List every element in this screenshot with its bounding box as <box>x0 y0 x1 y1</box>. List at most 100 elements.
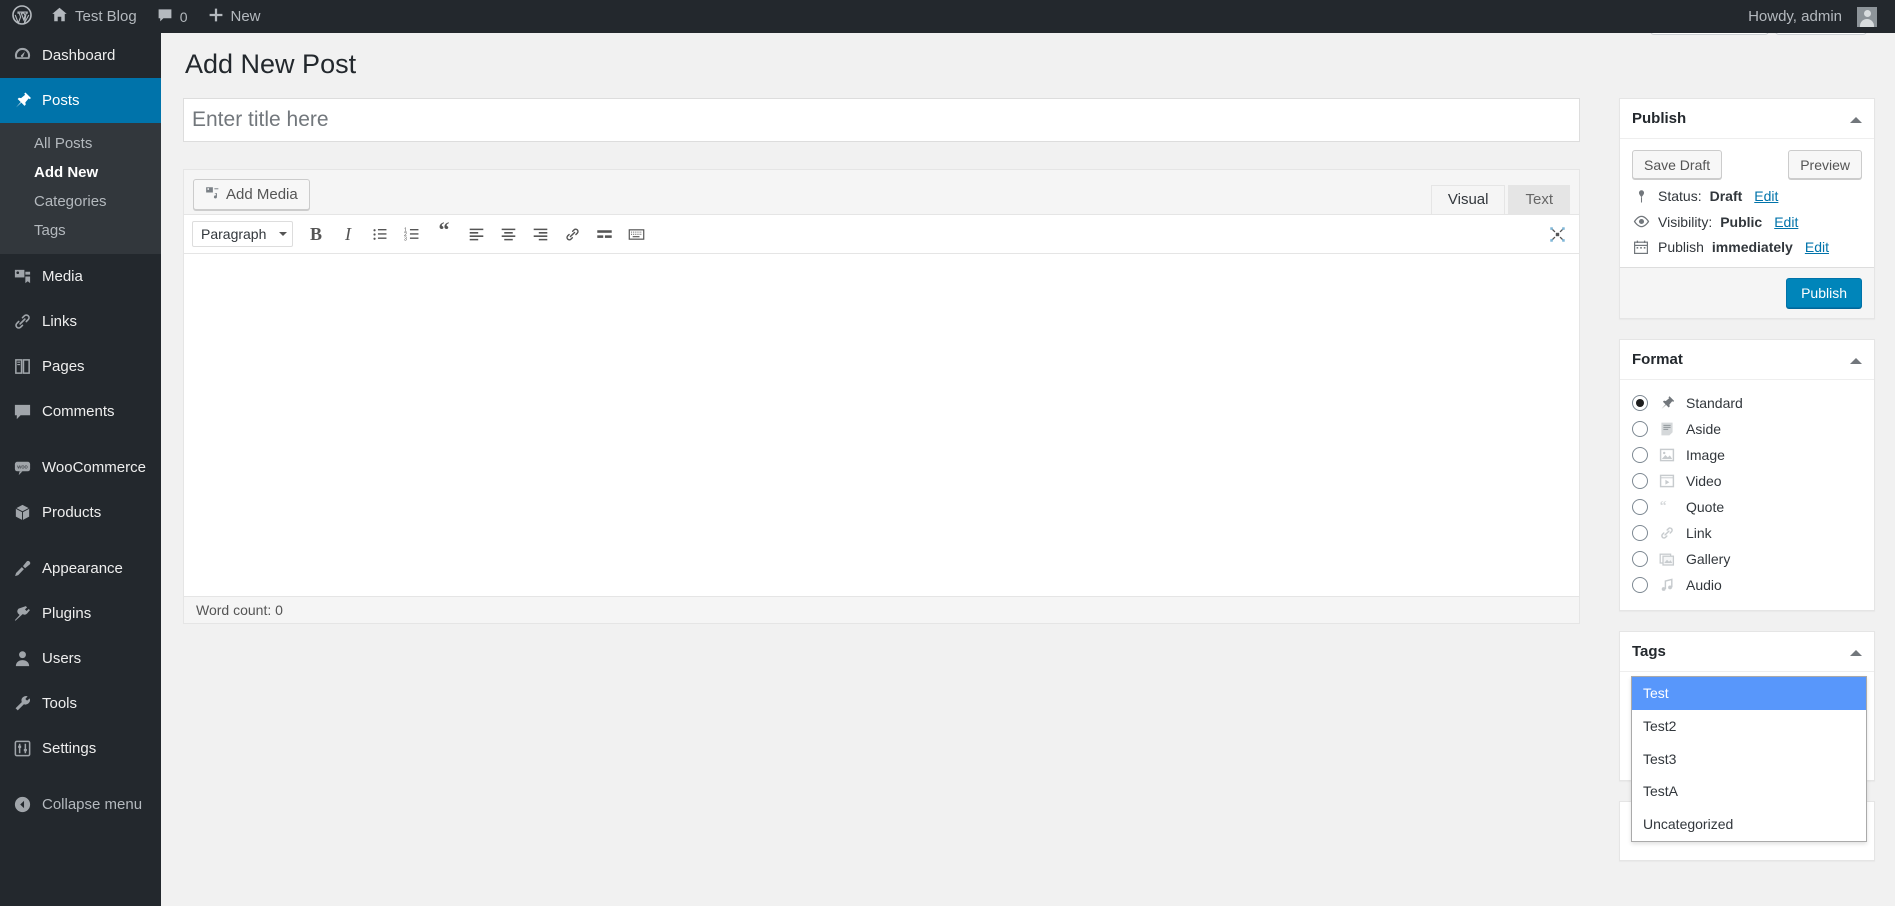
format-option-link[interactable]: Link <box>1632 520 1862 546</box>
publish-schedule-row: Publish immediately Edit <box>1620 230 1874 255</box>
pin-icon <box>1657 395 1677 411</box>
tag-suggestion-item[interactable]: Test2 <box>1632 710 1866 743</box>
tab-text[interactable]: Text <box>1508 185 1570 215</box>
sidebar-item-label: Media <box>42 268 83 285</box>
blockquote-button[interactable]: “ <box>428 219 460 248</box>
align-right-button[interactable] <box>524 220 556 248</box>
sidebar-item-dashboard[interactable]: Dashboard <box>0 33 161 78</box>
sidebar-item-pages[interactable]: Pages <box>0 344 161 389</box>
sidebar-item-label: Settings <box>42 740 97 757</box>
paragraph-format-select[interactable]: Paragraph <box>192 221 293 247</box>
insert-link-button[interactable] <box>556 220 588 248</box>
sidebar-item-woocommerce[interactable]: woo WooCommerce <box>0 445 161 490</box>
publish-schedule-label: Publish <box>1658 239 1704 255</box>
sidebar-item-links[interactable]: Links <box>0 299 161 344</box>
save-draft-button[interactable]: Save Draft <box>1632 150 1723 179</box>
radio-gallery[interactable] <box>1632 551 1648 567</box>
format-option-gallery[interactable]: Gallery <box>1632 546 1862 572</box>
radio-audio[interactable] <box>1632 577 1648 593</box>
format-option-image[interactable]: Image <box>1632 442 1862 468</box>
add-media-icon <box>205 185 220 204</box>
bulleted-list-button[interactable] <box>364 220 396 248</box>
align-center-button[interactable] <box>492 220 524 248</box>
edit-visibility-link[interactable]: Edit <box>1774 214 1798 230</box>
main-content-area: Add New Post Add Media Visual Text <box>161 33 1895 906</box>
format-option-video[interactable]: Video <box>1632 468 1862 494</box>
format-option-aside[interactable]: Aside <box>1632 416 1862 442</box>
comment-bubble-icon <box>157 7 173 27</box>
status-value: Draft <box>1709 188 1743 204</box>
format-option-standard[interactable]: Standard <box>1632 390 1862 416</box>
sidebar-item-products[interactable]: Products <box>0 490 161 535</box>
tag-suggestion-item[interactable]: Uncategorized <box>1632 808 1866 841</box>
numbered-list-button[interactable]: 123 <box>396 220 428 248</box>
format-box-title: Format <box>1632 351 1683 368</box>
comments-count: 0 <box>179 8 188 25</box>
post-status-info: Word count: 0 <box>184 596 1579 623</box>
sidebar-item-comments[interactable]: Comments <box>0 389 161 434</box>
tags-box-header[interactable]: Tags <box>1620 632 1874 672</box>
collapse-menu-label: Collapse menu <box>42 796 143 813</box>
wordpress-logo-icon <box>12 4 32 29</box>
post-title-input[interactable] <box>183 98 1580 142</box>
paragraph-format-value: Paragraph <box>201 226 267 242</box>
format-option-quote[interactable]: “ Quote <box>1632 494 1862 520</box>
help-button[interactable] <box>1775 33 1867 35</box>
tag-suggestion-item[interactable]: Test <box>1632 677 1866 710</box>
sidebar-subitem-all-posts[interactable]: All Posts <box>0 129 161 158</box>
publish-button[interactable]: Publish <box>1786 278 1862 308</box>
post-content-editable[interactable] <box>183 254 1580 596</box>
collapse-menu-button[interactable]: Collapse menu <box>0 782 161 827</box>
sidebar-subitem-add-new[interactable]: Add New <box>0 158 161 187</box>
preview-button[interactable]: Preview <box>1788 150 1862 179</box>
align-left-button[interactable] <box>460 220 492 248</box>
tag-suggestion-item[interactable]: Test3 <box>1632 743 1866 776</box>
sidebar-item-label: WooCommerce <box>42 459 146 476</box>
tab-visual[interactable]: Visual <box>1430 185 1506 215</box>
radio-aside[interactable] <box>1632 421 1648 437</box>
sidebar-item-plugins[interactable]: Plugins <box>0 591 161 636</box>
toggle-panel-icon[interactable] <box>1850 644 1862 656</box>
toolbar-toggle-button[interactable] <box>620 220 652 248</box>
new-content-button[interactable]: New <box>198 0 271 33</box>
sidebar-item-users[interactable]: Users <box>0 636 161 681</box>
toggle-panel-icon[interactable] <box>1850 352 1862 364</box>
settings-sliders-icon <box>12 738 33 759</box>
radio-image[interactable] <box>1632 447 1648 463</box>
format-option-audio[interactable]: Audio <box>1632 572 1862 598</box>
eye-icon <box>1632 213 1650 230</box>
format-box-header[interactable]: Format <box>1620 340 1874 380</box>
format-label: Image <box>1686 447 1725 463</box>
sidebar-item-settings[interactable]: Settings <box>0 726 161 771</box>
site-name-button[interactable]: Test Blog <box>41 0 147 33</box>
read-more-button[interactable] <box>588 220 620 248</box>
sidebar-item-media[interactable]: Media <box>0 254 161 299</box>
radio-quote[interactable] <box>1632 499 1648 515</box>
screen-options-button[interactable] <box>1650 33 1769 35</box>
radio-link[interactable] <box>1632 525 1648 541</box>
publish-actions-row: Save Draft Preview <box>1620 139 1874 179</box>
sidebar-item-appearance[interactable]: Appearance <box>0 546 161 591</box>
avatar <box>1857 6 1877 27</box>
edit-status-link[interactable]: Edit <box>1754 188 1778 204</box>
sidebar-item-posts[interactable]: Posts <box>0 78 169 123</box>
toggle-panel-icon[interactable] <box>1850 111 1862 123</box>
my-account-menu[interactable]: Howdy, admin <box>1738 0 1887 33</box>
wordpress-logo-button[interactable] <box>0 0 41 33</box>
sidebar-item-tools[interactable]: Tools <box>0 681 161 726</box>
distraction-free-icon[interactable] <box>1541 220 1573 248</box>
tag-suggestion-item[interactable]: TestA <box>1632 775 1866 808</box>
sidebar-subitem-categories[interactable]: Categories <box>0 187 161 216</box>
major-publishing-actions: Publish <box>1620 267 1874 318</box>
sidebar-subitem-tags[interactable]: Tags <box>0 216 161 245</box>
sidebar-item-label: Links <box>42 313 78 330</box>
edit-schedule-link[interactable]: Edit <box>1805 239 1829 255</box>
publish-box-header[interactable]: Publish <box>1620 99 1874 139</box>
comments-button[interactable]: 0 <box>147 0 198 33</box>
radio-video[interactable] <box>1632 473 1648 489</box>
radio-standard[interactable] <box>1632 395 1648 411</box>
italic-button[interactable]: I <box>332 220 364 248</box>
post-visibility-row: Visibility: Public Edit <box>1620 204 1874 230</box>
add-media-button[interactable]: Add Media <box>193 179 310 210</box>
bold-button[interactable]: B <box>300 220 332 248</box>
